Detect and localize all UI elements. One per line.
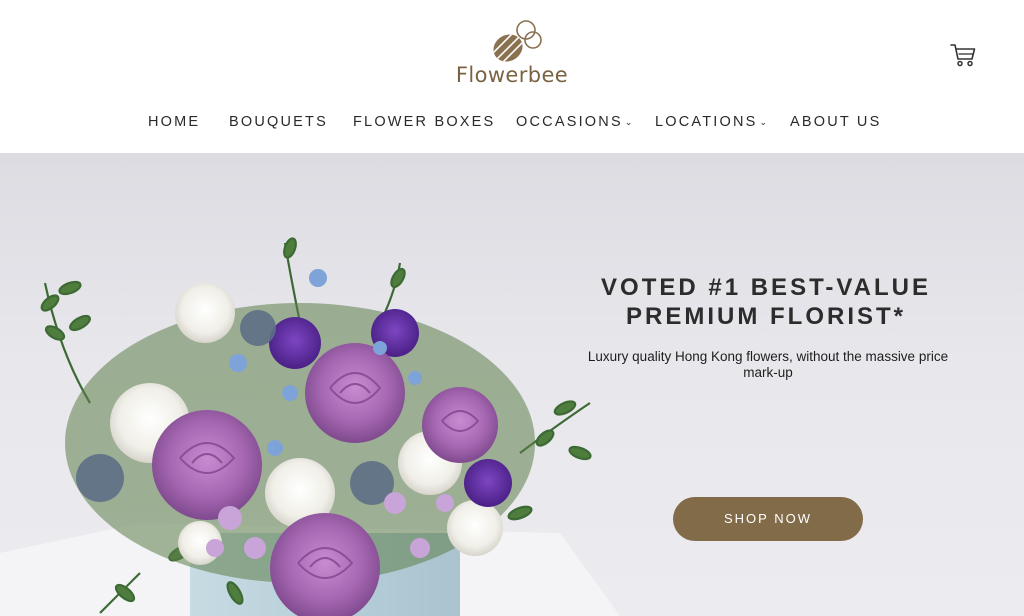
cart-icon[interactable] [949, 42, 977, 68]
hero-subtitle: Luxury quality Hong Kong flowers, withou… [587, 349, 949, 380]
nav-occasions[interactable]: OCCASIONS ⌄ [516, 110, 632, 134]
flower-box-bouquet-image [0, 237, 620, 616]
site-header: Flowerbee HOME BOUQUETS FLOWER BOXES OCC… [0, 0, 1024, 153]
hero-headline-line1: VOTED #1 BEST-VALUE [601, 274, 931, 301]
hero-headline-line2: PREMIUM FLORIST* [626, 303, 906, 330]
bee-logo-icon [488, 20, 542, 67]
shop-now-button[interactable]: SHOP NOW [673, 497, 863, 541]
hero-banner: VOTED #1 BEST-VALUE PREMIUM FLORIST* Lux… [0, 153, 1024, 616]
nav-flower-boxes-label: FLOWER BOXES [353, 114, 496, 130]
nav-home[interactable]: HOME [148, 110, 200, 134]
nav-bouquets-label: BOUQUETS [229, 114, 328, 130]
nav-bouquets[interactable]: BOUQUETS [229, 110, 328, 134]
nav-about-us-label: ABOUT US [790, 114, 882, 130]
nav-flower-boxes[interactable]: FLOWER BOXES [353, 110, 495, 134]
nav-about-us[interactable]: ABOUT US [790, 110, 881, 134]
brand-logo[interactable]: Flowerbee [450, 18, 574, 90]
chevron-down-icon: ⌄ [624, 117, 633, 127]
nav-locations[interactable]: LOCATIONS ⌄ [655, 110, 767, 134]
nav-locations-label: LOCATIONS [655, 114, 758, 130]
hero-headline: VOTED #1 BEST-VALUE PREMIUM FLORIST* [560, 273, 972, 331]
brand-name: Flowerbee [455, 63, 569, 87]
chevron-down-icon: ⌄ [759, 117, 768, 127]
nav-home-label: HOME [148, 114, 201, 130]
main-nav: HOME BOUQUETS FLOWER BOXES OCCASIONS ⌄ LO… [0, 110, 1024, 134]
nav-occasions-label: OCCASIONS [516, 114, 623, 130]
